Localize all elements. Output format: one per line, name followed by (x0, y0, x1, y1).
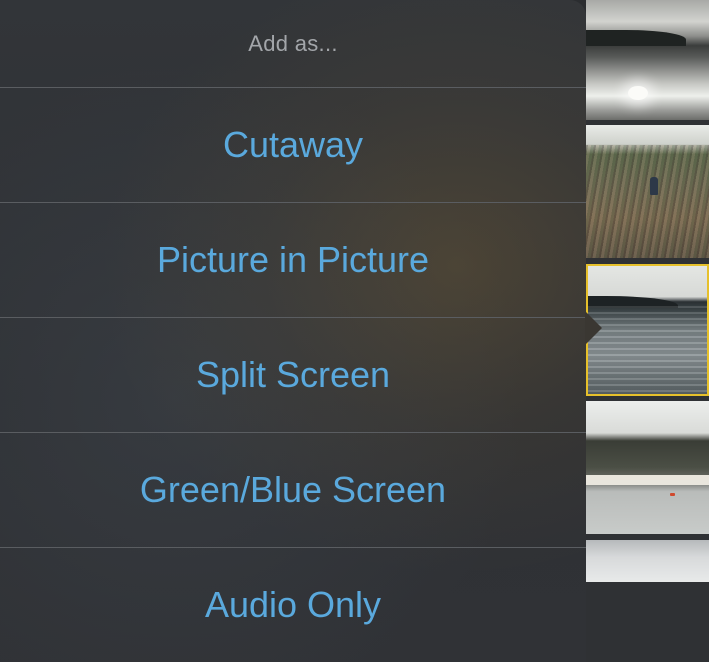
thumbnail-sun-reflection (628, 86, 648, 100)
clip-thumbnail-cloudy-sky[interactable] (586, 540, 709, 582)
clip-thumbnail-sea-selected[interactable] (586, 264, 709, 396)
thumbnail-sea-waves (588, 306, 707, 394)
thumbnail-shoreline (586, 475, 709, 485)
menu-item-audio-only[interactable]: Audio Only (0, 547, 586, 662)
popover-arrow (585, 311, 602, 345)
menu-item-picture-in-picture[interactable]: Picture in Picture (0, 202, 586, 317)
clip-thumbnail-hiker-ruins[interactable] (586, 125, 709, 258)
menu-item-cutaway[interactable]: Cutaway (0, 87, 586, 202)
popover-title: Add as... (248, 30, 338, 56)
clip-thumbnail-sunset-shore[interactable] (586, 0, 709, 120)
add-as-popover: Add as... Cutaway Picture in Picture Spl… (0, 0, 586, 662)
clip-thumbnail-bay-shore[interactable] (586, 401, 709, 534)
menu-item-green-blue-screen[interactable]: Green/Blue Screen (0, 432, 586, 547)
thumbnail-brush-texture (586, 145, 709, 258)
thumbnail-buoy (670, 493, 675, 496)
clip-thumbnail-strip (586, 0, 709, 662)
menu-item-split-screen[interactable]: Split Screen (0, 317, 586, 432)
thumbnail-hill-silhouette (586, 30, 686, 46)
thumbnail-person-figure (650, 177, 658, 195)
